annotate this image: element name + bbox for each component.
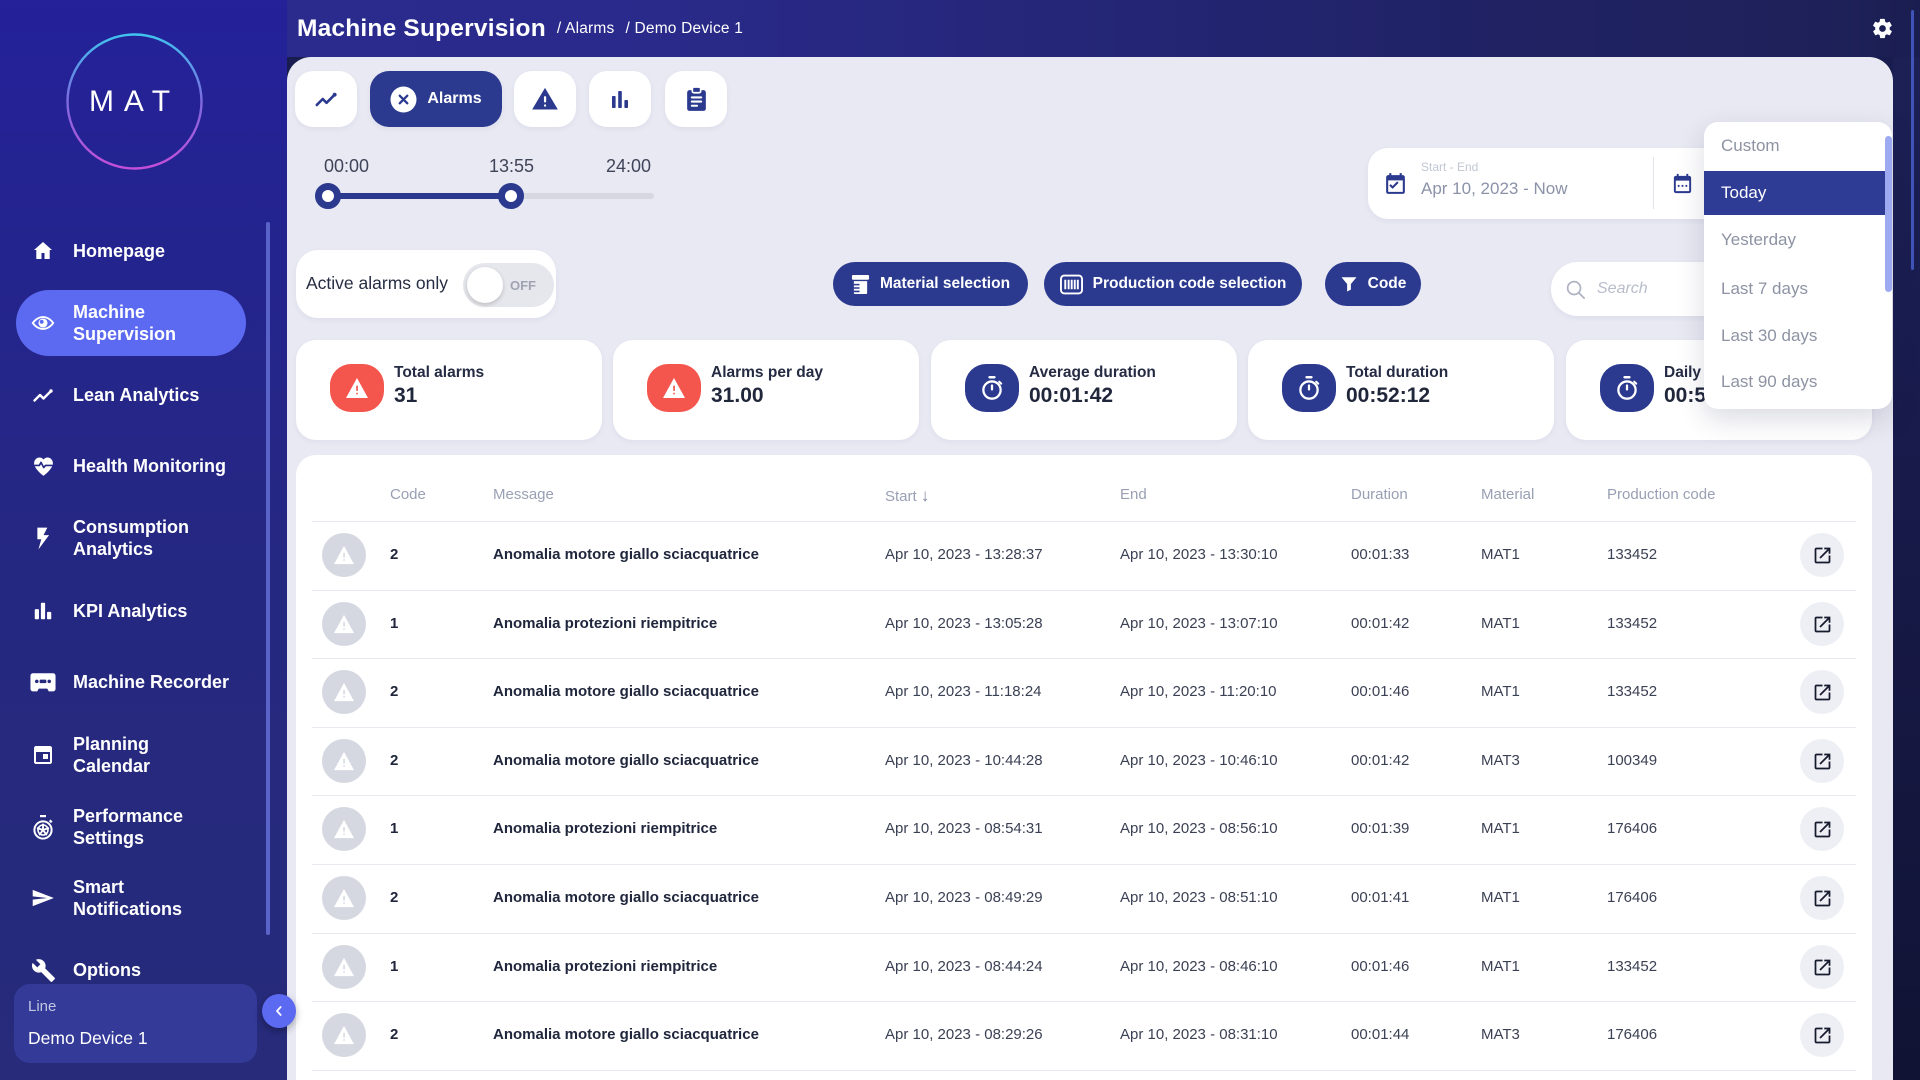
svg-text:MAT: MAT [89, 85, 180, 118]
